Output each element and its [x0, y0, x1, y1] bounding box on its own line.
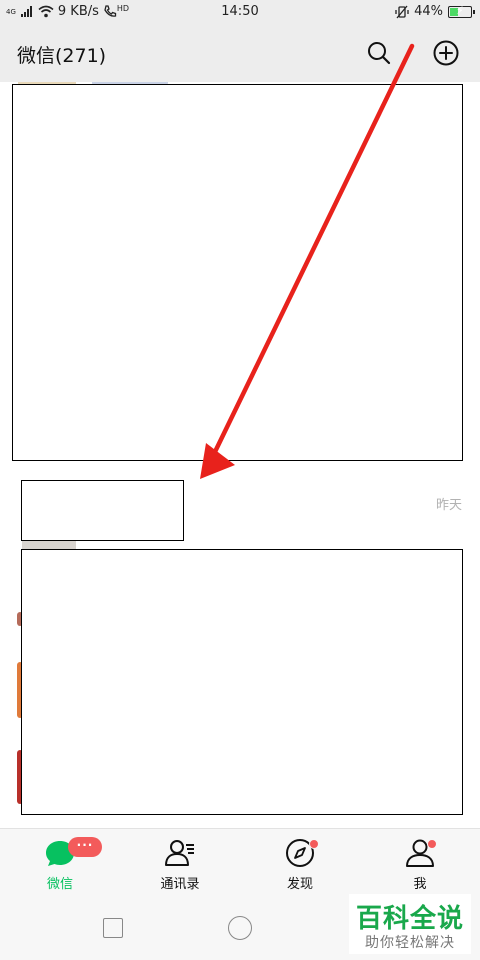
recent-apps-button[interactable]: [103, 918, 123, 938]
tab-discover[interactable]: 发现: [240, 829, 360, 895]
page-title: 微信(271): [17, 45, 107, 67]
battery-percent: 44%: [414, 4, 443, 19]
tab-contacts[interactable]: 通讯录: [120, 829, 240, 895]
tab-label: 通讯录: [160, 877, 200, 892]
tab-label: 微信: [46, 877, 73, 892]
chat-list[interactable]: 昨天: [0, 82, 480, 828]
watermark-subtitle: 助你轻松解决: [365, 935, 455, 951]
tab-label: 我: [413, 877, 427, 892]
redacted-chat-block: [12, 84, 463, 461]
red-dot: [309, 839, 319, 849]
chat-time: 昨天: [435, 498, 462, 513]
home-button[interactable]: [228, 916, 252, 940]
redacted-chat-block: [21, 549, 463, 815]
contacts-icon: [165, 840, 194, 866]
status-right: 44% ⚡: [395, 4, 475, 19]
redacted-chat-name: [21, 480, 184, 541]
status-bar: 4G 9 KB/s HD 14:50 44% ⚡: [0, 0, 480, 26]
tab-bar: ··· 微信 通讯录 发现 我: [0, 828, 480, 894]
add-circle-icon: [433, 40, 459, 66]
watermark-title: 百科全说: [355, 904, 464, 934]
search-icon: [368, 42, 391, 65]
tab-label: 发现: [286, 877, 313, 892]
vibrate-icon: [395, 5, 409, 18]
search-button[interactable]: [365, 39, 393, 67]
app-header: 微信(271): [0, 26, 480, 82]
red-dot: [427, 839, 437, 849]
tab-chats[interactable]: ··· 微信: [0, 829, 120, 895]
tab-me[interactable]: 我: [360, 829, 480, 895]
add-button[interactable]: [432, 39, 460, 67]
battery-icon: ⚡: [448, 4, 475, 18]
watermark: 百科全说 助你轻松解决: [349, 894, 471, 954]
unread-badge: ···: [68, 837, 102, 857]
